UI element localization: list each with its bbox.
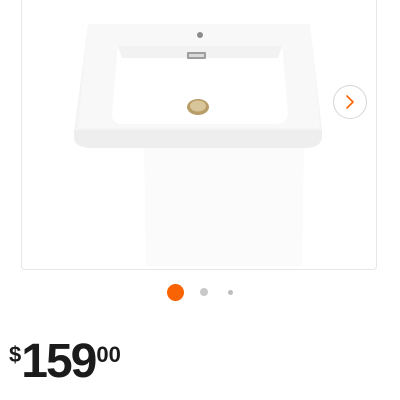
gallery-dot-1[interactable]	[167, 283, 184, 301]
gallery-dot-2[interactable]	[200, 288, 208, 296]
price-cents: 00	[96, 342, 121, 367]
product-price: $ 159 00	[9, 338, 121, 386]
price-currency: $	[9, 342, 22, 367]
gallery-pagination	[0, 282, 400, 302]
chevron-right-icon	[346, 95, 354, 109]
sink-image[interactable]	[22, 0, 377, 270]
price-dollars: 159	[21, 335, 97, 388]
next-image-button[interactable]	[333, 85, 367, 119]
gallery-dot-3[interactable]	[228, 289, 233, 295]
product-image-gallery	[21, 0, 377, 270]
